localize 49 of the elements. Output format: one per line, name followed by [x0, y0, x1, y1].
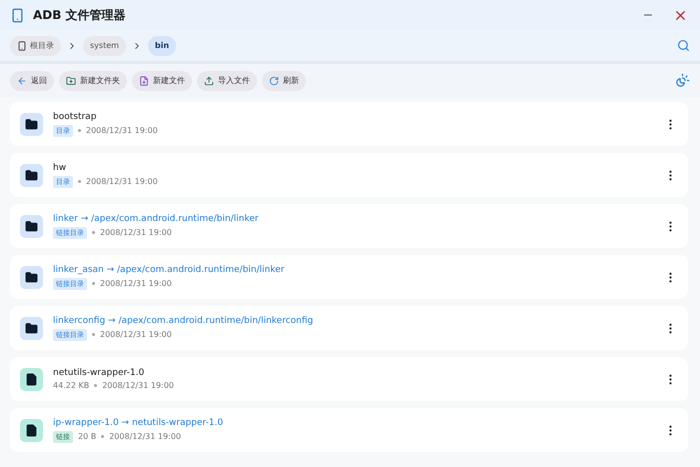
- folder-icon: [20, 316, 43, 340]
- folder-icon: [20, 164, 43, 186]
- file-plus-icon: [139, 76, 149, 86]
- separator-dot-icon: [92, 231, 95, 234]
- upload-icon: [204, 76, 214, 86]
- upload-button[interactable]: 导入文件: [197, 70, 257, 90]
- separator-dot-icon: [92, 282, 95, 285]
- file-icon: [20, 418, 43, 442]
- file-name: hw: [53, 162, 68, 172]
- file-button[interactable]: 新建文件: [132, 70, 192, 90]
- file-card[interactable]: netutils-wrapper-1.0 44.22 KB 2008/12/31 19:00: [10, 357, 688, 401]
- refresh-icon: [269, 76, 279, 86]
- breadcrumb-item[interactable]: 根目录: [10, 36, 61, 56]
- separator-dot-icon: [94, 384, 98, 387]
- modified-date: 2008/12/31 19:00: [100, 279, 172, 288]
- file-size: 20 B: [78, 432, 96, 441]
- modified-date: 2008/12/31 19:00: [109, 432, 181, 441]
- separator-dot-icon: [78, 180, 81, 183]
- folder-button[interactable]: 新建文件夹: [59, 70, 127, 90]
- phone-icon: [17, 40, 27, 50]
- separator-dot-icon: [101, 435, 104, 438]
- folder-plus-icon: [66, 76, 76, 86]
- file-icon: [20, 368, 43, 390]
- file-size: 44.22 KB: [53, 381, 90, 390]
- back-button[interactable]: 返回: [10, 70, 54, 90]
- back-arrow-icon: [17, 76, 27, 86]
- folder-icon: [20, 214, 43, 238]
- modified-date: 2008/12/31 19:00: [100, 330, 172, 339]
- modified-date: 2008/12/31 19:00: [86, 126, 158, 135]
- search-icon[interactable]: [677, 39, 690, 52]
- separator-dot-icon: [78, 129, 81, 132]
- theme-icon[interactable]: [675, 73, 690, 88]
- refresh-button[interactable]: 刷新: [262, 70, 306, 90]
- window-title: ADB 文件管理器: [33, 6, 127, 24]
- file-name: ip-wrapper-1.0 → netutils-wrapper-1.0: [53, 418, 224, 428]
- folder-icon: [20, 112, 43, 136]
- file-name: linkerconfig → /apex/com.android.runtime/bin/linkerconfig: [53, 316, 314, 326]
- modified-date: 2008/12/31 19:00: [86, 177, 158, 186]
- file-name: bootstrap: [53, 112, 98, 122]
- file-name: linker → /apex/com.android.runtime/bin/linker: [53, 214, 260, 224]
- file-name: linker_asan → /apex/com.android.runtime/bin/linker: [53, 264, 286, 274]
- folder-icon: [20, 266, 43, 288]
- breadcrumb-item[interactable]: bin: [148, 36, 176, 56]
- phone-icon: [10, 8, 25, 22]
- breadcrumb-item[interactable]: system: [83, 36, 126, 56]
- separator-dot-icon: [92, 333, 95, 336]
- file-name: netutils-wrapper-1.0: [53, 368, 146, 378]
- modified-date: 2008/12/31 19:00: [100, 228, 172, 237]
- modified-date: 2008/12/31 19:00: [102, 381, 174, 390]
